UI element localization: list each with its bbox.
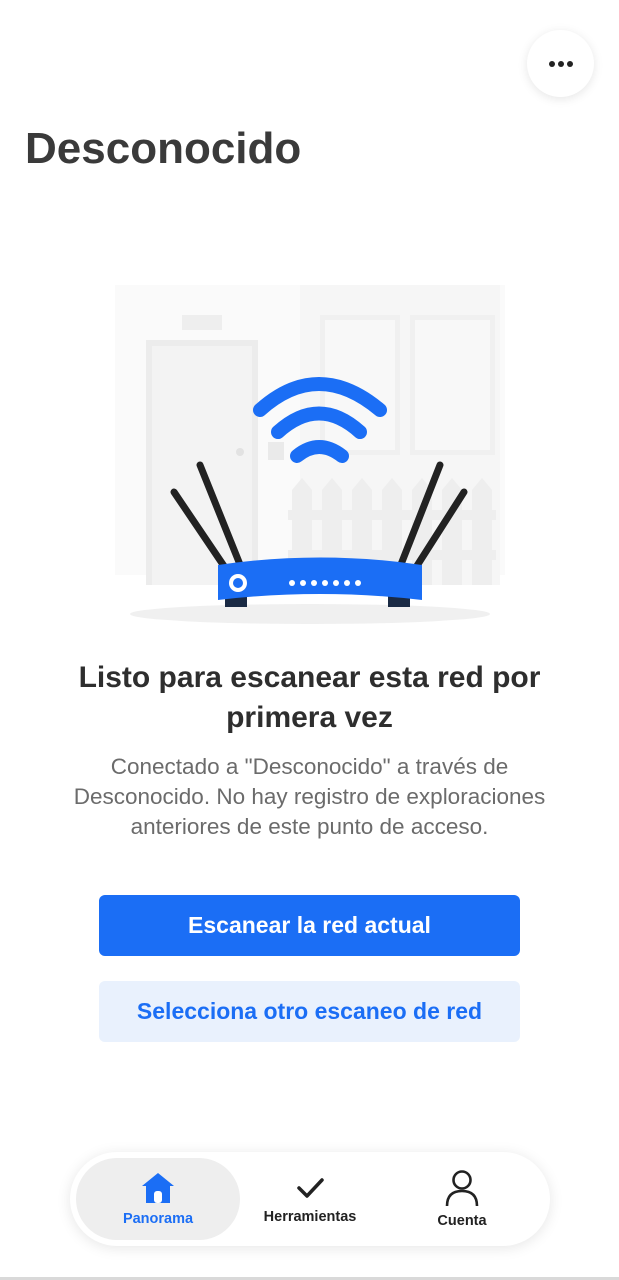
room-background (115, 285, 505, 585)
tab-overview[interactable]: Panorama (76, 1158, 240, 1240)
home-icon (142, 1173, 174, 1203)
scan-current-network-button[interactable]: Escanear la red actual (99, 895, 520, 956)
page-title: Desconocido (25, 124, 302, 173)
tab-account-label: Cuenta (437, 1213, 487, 1229)
tab-account[interactable]: Cuenta (380, 1158, 544, 1240)
scan-headline: Listo para escanear esta red por primera… (78, 661, 541, 734)
wifi-router-illustration (115, 285, 505, 624)
screen: Desconocido Listo para escanear esta red… (0, 0, 619, 1280)
bottom-tab-bar: Panorama Herramientas Cuenta (70, 1152, 550, 1246)
tab-overview-label: Panorama (122, 1211, 194, 1227)
router-body (218, 557, 422, 607)
more-horizontal-icon (548, 60, 573, 67)
tab-tools[interactable]: Herramientas (228, 1158, 392, 1240)
more-options-button[interactable] (527, 30, 594, 97)
scan-description: Conectado a "Desconocido" a través de De… (73, 754, 546, 839)
check-icon (297, 1178, 324, 1198)
select-other-scan-button[interactable]: Selecciona otro escaneo de red (99, 981, 520, 1042)
tab-tools-label: Herramientas (263, 1209, 357, 1225)
user-icon (445, 1170, 479, 1207)
